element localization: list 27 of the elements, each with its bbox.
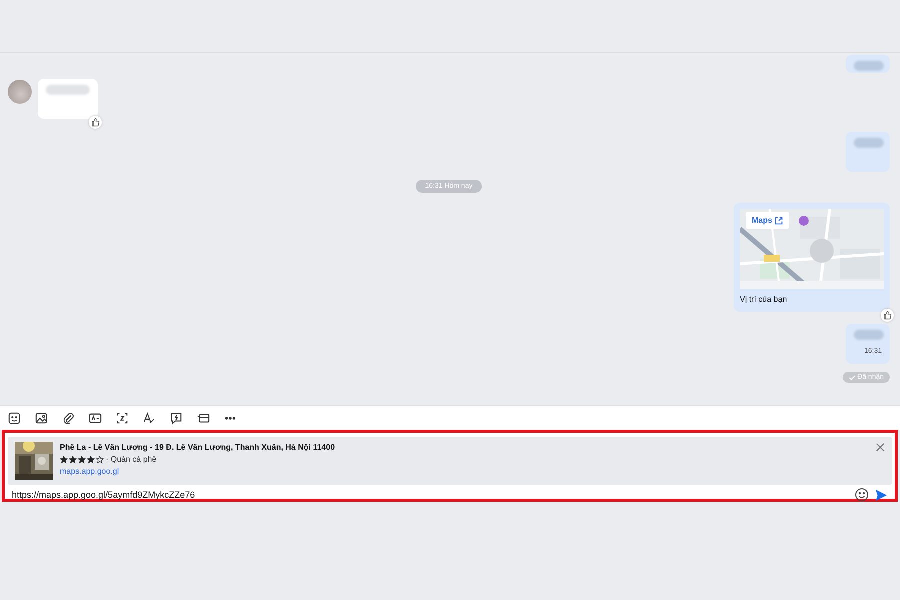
blurred-text-icon <box>854 138 884 148</box>
preview-title: Phê La - Lê Văn Lương - 19 Đ. Lê Văn Lương, Thanh Xuân, Hà Nội 11400 <box>60 443 336 452</box>
blurred-text-icon <box>854 330 884 340</box>
location-message[interactable]: Maps Vị trí của bạn <box>734 203 890 312</box>
sticker-icon[interactable] <box>8 412 21 424</box>
link-preview-card[interactable]: Phê La - Lê Văn Lương - 19 Đ. Lê Văn Lương, Thanh Xuân, Hà Nội 11400 · Quán cà phê maps.app.goo.gl <box>8 437 892 485</box>
preview-category: · Quán cà phê <box>106 455 157 464</box>
like-icon[interactable] <box>881 309 894 322</box>
image-icon[interactable] <box>35 412 48 424</box>
location-caption: Vị trí của bạn <box>740 295 788 304</box>
close-icon[interactable] <box>876 443 885 452</box>
message-input-field[interactable]: https://maps.app.goo.gl/5aymfd9ZMykcZZe76 <box>12 490 849 500</box>
contact-card-icon[interactable] <box>89 412 102 424</box>
send-icon[interactable] <box>875 488 888 502</box>
external-link-icon <box>775 216 784 224</box>
screenshot-icon[interactable] <box>116 412 129 424</box>
preview-link[interactable]: maps.app.goo.gl <box>60 467 336 476</box>
maps-button[interactable]: Maps <box>746 212 790 229</box>
check-icon <box>848 374 856 380</box>
paperclip-icon[interactable] <box>62 412 75 424</box>
text-format-icon[interactable] <box>143 412 156 424</box>
emoji-icon[interactable] <box>855 488 869 502</box>
task-icon[interactable] <box>197 412 210 424</box>
blurred-text-icon <box>854 61 884 71</box>
quick-message-icon[interactable] <box>170 412 183 424</box>
blurred-text-icon <box>46 85 90 95</box>
like-icon[interactable] <box>89 116 102 129</box>
